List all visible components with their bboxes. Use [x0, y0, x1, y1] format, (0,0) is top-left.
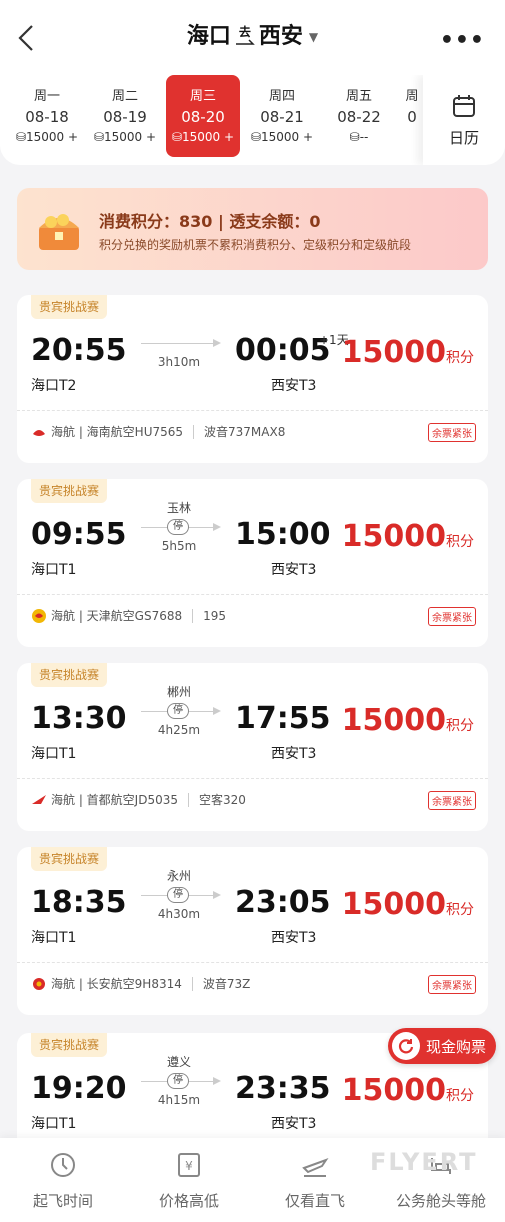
date-item[interactable]: 周二 08-19 ⛁15000 +	[86, 87, 164, 157]
svg-text:¥: ¥	[185, 1159, 193, 1173]
clock-icon	[51, 1153, 75, 1177]
coin-icon: ⛁	[171, 130, 182, 144]
status-badge: 余票紧张	[428, 791, 476, 810]
coin-icon: ⛁	[15, 130, 26, 144]
arrival-time: 00:05	[235, 333, 331, 368]
coin-icon: ⛁	[93, 130, 104, 144]
flight-duration-block: 玉林 停 5h5m	[137, 499, 221, 569]
stop-badge: 停	[167, 703, 189, 719]
departure-airport: 海口T1	[31, 562, 77, 578]
points-note: 积分兑换的奖励机票不累积消费积分、定级积分和定级航段	[99, 238, 412, 252]
header: 海口 去 西安 ▼ •••	[0, 0, 505, 75]
date-item[interactable]: 周四 08-21 ⛁15000 +	[243, 87, 321, 157]
tianjin-airlines-logo-icon	[32, 608, 46, 623]
departure-airport: 海口T2	[31, 378, 77, 394]
watermark: FLYERT	[370, 1148, 478, 1176]
promo-tag: 贵宾挑战赛	[31, 847, 108, 871]
price: 15000积分	[341, 519, 474, 554]
flight-card[interactable]: 贵宾挑战赛 18:35 永州 停 4h30m 23:05 海口T1 西安T3 1…	[17, 847, 488, 1015]
airplane-icon	[302, 1158, 329, 1177]
date-item-selected[interactable]: 周三 08-20 ⛁15000 +	[166, 75, 240, 157]
filter-departure-time[interactable]: 起飞时间	[0, 1150, 126, 1211]
destination-city: 西安	[258, 24, 303, 49]
arrival-time: 23:05	[235, 885, 331, 920]
flight-card[interactable]: 贵宾挑战赛 13:30 郴州 停 4h25m 17:55 海口T1 西安T3 1…	[17, 663, 488, 831]
arrival-time: 23:35	[235, 1071, 331, 1106]
arrival-time: 17:55	[235, 701, 331, 736]
arrow-icon	[213, 891, 221, 899]
price-tag-icon: ¥	[178, 1153, 200, 1177]
date-item[interactable]: 周一 08-18 ⛁15000 +	[8, 87, 86, 157]
arrival-airport: 西安T3	[271, 378, 317, 394]
arrow-icon	[213, 339, 221, 347]
flight-duration-block: 3h10m	[137, 315, 221, 385]
price: 15000积分	[341, 1073, 474, 1108]
date-item[interactable]: 周五 08-22 ⛁--	[320, 87, 398, 157]
filter-price[interactable]: ¥ 价格高低	[126, 1150, 252, 1211]
flight-info: 海航 | 首都航空JD5035 空客320	[31, 791, 246, 808]
status-badge: 余票紧张	[428, 607, 476, 626]
arrow-icon	[213, 707, 221, 715]
refresh-icon	[392, 1032, 420, 1060]
coin-icon: ⛁	[250, 130, 261, 144]
stop-badge: 停	[167, 1073, 189, 1089]
arrival-airport: 西安T3	[271, 1116, 317, 1132]
price: 15000积分	[341, 335, 474, 370]
departure-time: 19:20	[31, 1071, 127, 1106]
coin-icon: ⛁	[349, 130, 360, 144]
calendar-label: 日历	[448, 129, 479, 147]
arrival-time: 15:00	[235, 517, 331, 552]
promo-tag: 贵宾挑战赛	[31, 663, 108, 687]
promo-tag: 贵宾挑战赛	[31, 479, 108, 503]
route-title[interactable]: 海口 去 西安 ▼	[0, 18, 505, 50]
flight-info: 海航 | 海南航空HU7565 波音737MAX8	[31, 423, 285, 440]
points-balance: 消费积分：830 | 透支余额：0	[99, 212, 321, 231]
arrow-icon	[213, 523, 221, 531]
capital-airlines-logo-icon	[32, 794, 46, 804]
status-badge: 余票紧张	[428, 975, 476, 994]
arrival-airport: 西安T3	[271, 562, 317, 578]
departure-time: 13:30	[31, 701, 127, 736]
departure-time: 09:55	[31, 517, 127, 552]
price: 15000积分	[341, 703, 474, 738]
arrival-airport: 西安T3	[271, 930, 317, 946]
departure-airport: 海口T1	[31, 930, 77, 946]
calendar-icon	[453, 95, 475, 117]
arrival-airport: 西安T3	[271, 746, 317, 762]
chevron-down-icon: ▼	[308, 30, 319, 44]
treasure-chest-icon	[39, 214, 79, 250]
flight-card[interactable]: 贵宾挑战赛 09:55 玉林 停 5h5m 15:00 海口T1 西安T3 15…	[17, 479, 488, 647]
departure-airport: 海口T1	[31, 746, 77, 762]
departure-airport: 海口T1	[31, 1116, 77, 1132]
flight-info: 海航 | 长安航空9H8314 波音73Z	[31, 975, 250, 992]
filter-direct-only[interactable]: 仅看直飞	[252, 1150, 378, 1211]
date-selector: 周一 08-18 ⛁15000 + 周二 08-19 ⛁15000 + 周三 0…	[0, 75, 505, 165]
price: 15000积分	[341, 887, 474, 922]
cash-purchase-label: 现金购票	[426, 1037, 487, 1056]
departure-time: 20:55	[31, 333, 127, 368]
status-badge: 余票紧张	[428, 423, 476, 442]
direction-arrow-icon	[235, 39, 255, 45]
more-icon[interactable]: •••	[440, 28, 485, 53]
stop-badge: 停	[167, 887, 189, 903]
departure-time: 18:35	[31, 885, 127, 920]
cash-purchase-button[interactable]: 现金购票	[388, 1028, 496, 1064]
hainan-airlines-logo-icon	[33, 429, 45, 436]
promo-tag: 贵宾挑战赛	[31, 1033, 108, 1057]
calendar-button[interactable]: 日历	[423, 75, 505, 165]
flight-info: 海航 | 天津航空GS7688 195	[31, 607, 226, 624]
origin-city: 海口	[186, 24, 231, 49]
promo-tag: 贵宾挑战赛	[31, 295, 108, 319]
flight-duration-block: 永州 停 4h30m	[137, 867, 221, 937]
arrow-icon	[213, 1077, 221, 1085]
flight-card[interactable]: 贵宾挑战赛 20:55 3h10m 00:05 +1天 海口T2 西安T3 15…	[17, 295, 488, 463]
flight-duration-block: 郴州 停 4h25m	[137, 683, 221, 753]
changan-airlines-logo-icon	[33, 977, 45, 990]
direction-label: 去	[238, 25, 251, 39]
flight-duration-block: 遵义 停 4h15m	[137, 1053, 221, 1123]
points-banner: 消费积分：830 | 透支余额：0 积分兑换的奖励机票不累积消费积分、定级积分和…	[17, 188, 488, 270]
stop-badge: 停	[167, 519, 189, 535]
